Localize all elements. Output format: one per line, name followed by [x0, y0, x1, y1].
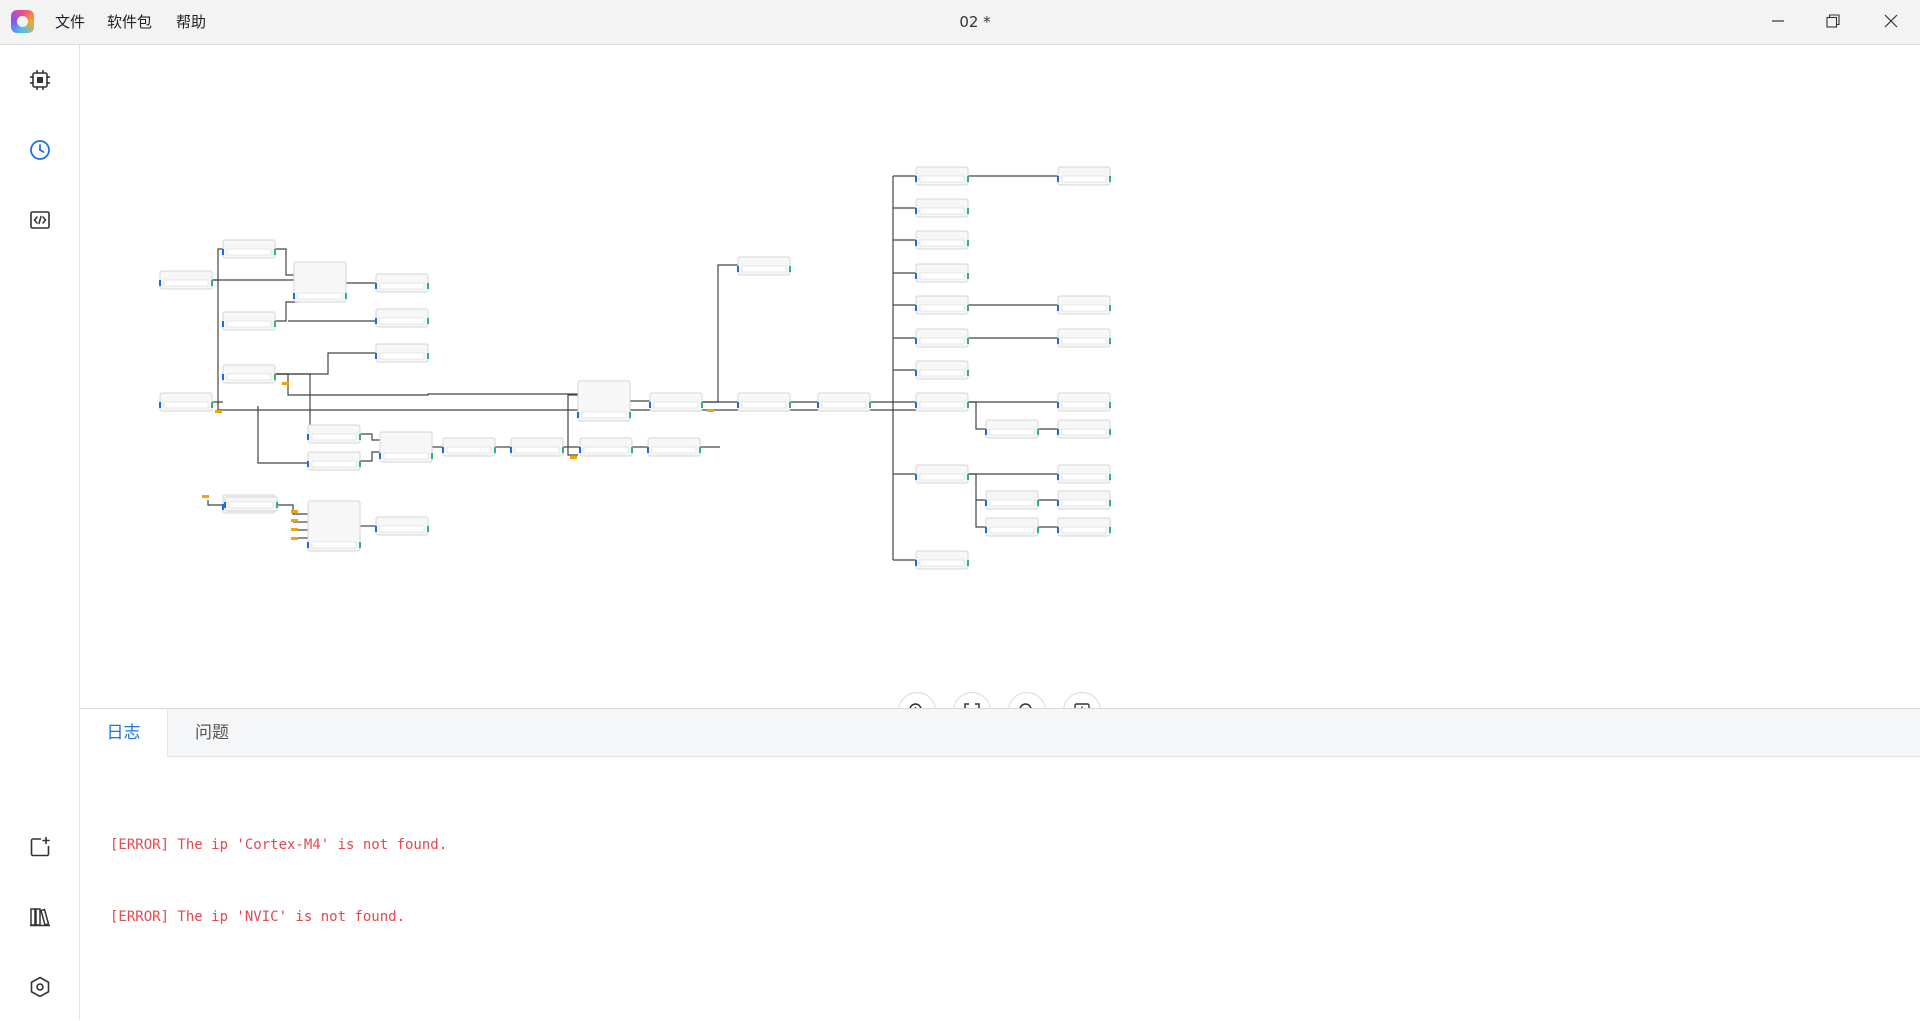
clock-node[interactable]	[915, 392, 969, 412]
minimize-icon	[1772, 20, 1784, 22]
clock-node[interactable]	[222, 364, 276, 384]
clock-tree-canvas[interactable]	[80, 45, 1920, 730]
clock-wire	[275, 301, 298, 322]
clock-node[interactable]	[915, 166, 969, 186]
clock-node[interactable]	[159, 270, 213, 290]
warning-marker	[202, 495, 209, 498]
clock-wire	[275, 248, 294, 276]
settings-icon	[30, 976, 50, 998]
clock-node[interactable]	[915, 295, 969, 315]
clock-node[interactable]	[915, 263, 969, 283]
clock-node[interactable]	[1057, 490, 1111, 510]
clock-wire	[702, 264, 738, 403]
clock-node[interactable]	[222, 239, 276, 259]
window-title: 02 *	[959, 13, 991, 31]
sidebar-code-button[interactable]	[20, 200, 60, 240]
log-line: [ERROR] The ip 'Cortex-M4' is not found.	[110, 837, 448, 853]
clock-node[interactable]	[915, 550, 969, 570]
warning-marker	[291, 519, 298, 522]
sidebar-chip-button[interactable]	[20, 60, 60, 100]
clock-node[interactable]	[737, 392, 791, 412]
clock-node[interactable]	[1057, 295, 1111, 315]
clock-wire	[275, 373, 578, 396]
tab-issues[interactable]: 问题	[168, 709, 256, 757]
clock-node[interactable]	[375, 516, 429, 536]
sidebar-clock-button[interactable]	[20, 130, 60, 170]
clock-wire	[212, 248, 223, 281]
log-output: [ERROR] The ip 'Cortex-M4' is not found.…	[110, 785, 447, 977]
sidebar	[0, 45, 80, 1020]
clock-node[interactable]	[1057, 166, 1111, 186]
output-panel: 日志 问题 [ERROR] The ip 'Cortex-M4' is not …	[80, 708, 1920, 1021]
clock-node[interactable]	[647, 437, 701, 457]
sidebar-library-button[interactable]	[20, 897, 60, 937]
warning-marker	[707, 409, 714, 412]
clock-node[interactable]	[817, 392, 871, 412]
warning-marker	[570, 456, 577, 459]
clock-node[interactable]	[1057, 464, 1111, 484]
clock-node[interactable]	[1057, 419, 1111, 439]
clock-node[interactable]	[222, 311, 276, 331]
clock-node[interactable]	[375, 343, 429, 363]
sidebar-settings-button[interactable]	[20, 967, 60, 1007]
clock-mux-node[interactable]	[307, 500, 361, 552]
clock-node[interactable]	[1057, 392, 1111, 412]
clock-node[interactable]	[1057, 517, 1111, 537]
clock-wire	[968, 473, 986, 501]
warning-marker	[291, 537, 298, 540]
clock-wire	[275, 352, 376, 375]
close-icon	[1884, 14, 1898, 28]
clock-node[interactable]	[649, 392, 703, 412]
chip-icon	[30, 70, 50, 90]
code-icon	[30, 211, 50, 229]
clock-mux-node[interactable]	[293, 261, 347, 303]
panel-tab-bar: 日志 问题	[80, 709, 1920, 757]
clock-node[interactable]	[579, 437, 633, 457]
clock-node[interactable]	[915, 360, 969, 380]
clock-wire	[275, 373, 311, 435]
clock-node[interactable]	[510, 437, 564, 457]
minimize-button[interactable]	[1760, 7, 1796, 37]
clock-node[interactable]	[985, 419, 1039, 439]
clock-node[interactable]	[915, 464, 969, 484]
clock-wire	[360, 451, 380, 462]
clock-node[interactable]	[442, 437, 496, 457]
clock-tree-diagram[interactable]	[80, 45, 1920, 645]
clock-node[interactable]	[307, 451, 361, 471]
clock-node[interactable]	[985, 517, 1039, 537]
clock-node[interactable]	[985, 490, 1039, 510]
clock-node[interactable]	[915, 328, 969, 348]
clock-node[interactable]	[915, 198, 969, 218]
warning-marker	[291, 528, 298, 531]
clock-wire	[567, 394, 578, 456]
clock-wire	[360, 433, 380, 441]
warning-marker	[282, 382, 289, 385]
close-button[interactable]	[1873, 7, 1909, 37]
title-bar: 文件 软件包 帮助 02 *	[0, 0, 1920, 45]
clock-node[interactable]	[159, 392, 213, 412]
restore-icon	[1826, 14, 1840, 28]
clock-node[interactable]	[375, 308, 429, 328]
clock-node[interactable]	[737, 256, 791, 276]
clock-mux-node[interactable]	[577, 380, 631, 422]
clock-icon	[30, 140, 50, 160]
clock-node[interactable]	[1057, 328, 1111, 348]
library-icon	[30, 908, 50, 927]
clock-wire	[257, 406, 308, 464]
warning-marker	[215, 410, 222, 413]
clock-wire	[975, 500, 986, 528]
warning-marker	[291, 510, 298, 513]
clock-node[interactable]	[307, 424, 361, 444]
restore-button[interactable]	[1815, 7, 1851, 37]
clock-node[interactable]	[915, 230, 969, 250]
tab-log[interactable]: 日志	[80, 709, 168, 757]
log-line: [ERROR] The ip 'NVIC' is not found.	[110, 909, 406, 925]
clock-node[interactable]	[224, 496, 278, 512]
clock-wire	[968, 401, 986, 430]
clock-node[interactable]	[375, 273, 429, 293]
add-project-icon	[30, 836, 50, 857]
sidebar-add-project-button[interactable]	[20, 827, 60, 867]
clock-mux-node[interactable]	[379, 431, 433, 463]
